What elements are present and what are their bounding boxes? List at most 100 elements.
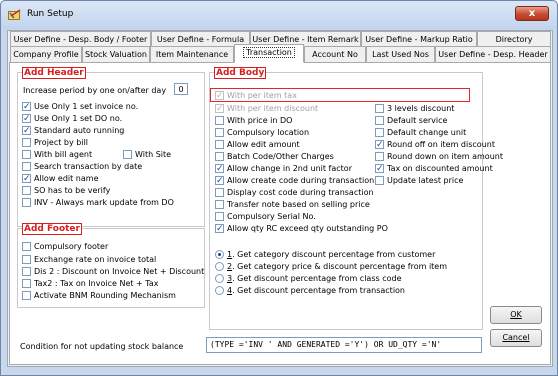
checkbox-search-by-date[interactable]: Search transaction by date xyxy=(22,161,142,172)
checkbox-use-one-set-do[interactable]: ✓ Use Only 1 set DO no. xyxy=(22,113,122,124)
checkbox-box[interactable] xyxy=(375,176,384,185)
checkbox-box[interactable] xyxy=(123,150,132,159)
radio-dot[interactable] xyxy=(215,262,224,271)
checkbox-label: Default change unit xyxy=(387,128,467,137)
tab-desp-header[interactable]: User Define - Desp. Header xyxy=(435,46,551,62)
checkbox-compulsory-footer[interactable]: Compulsory footer xyxy=(22,241,108,252)
condition-input[interactable]: (TYPE ='INV ' AND GENERATED ='Y') OR UD_… xyxy=(206,337,482,353)
checkbox-box[interactable] xyxy=(22,267,31,276)
checkbox-so-verify[interactable]: SO has to be verify xyxy=(22,185,110,196)
checkbox-box[interactable]: ✓ xyxy=(215,224,224,234)
cancel-button[interactable]: Cancel xyxy=(490,329,542,347)
checkbox-label: Search transaction by date xyxy=(34,162,143,171)
checkbox-box[interactable] xyxy=(22,291,31,300)
close-button[interactable]: x xyxy=(515,6,549,21)
checkbox-box[interactable]: ✓ xyxy=(215,104,224,114)
checkbox-box[interactable]: ✓ xyxy=(215,164,224,174)
checkbox-tax-on-discounted[interactable]: ✓ Tax on discounted amount xyxy=(375,163,493,174)
checkbox-label: Use Only 1 set invoice no. xyxy=(34,102,139,111)
window-title: Run Setup xyxy=(27,9,74,19)
tab-account-no[interactable]: Account No xyxy=(304,46,366,62)
checkbox-exchange-rate[interactable]: Exchange rate on invoice total xyxy=(22,254,156,265)
checkbox-standard-auto-running[interactable]: ✓ Standard auto running xyxy=(22,125,124,136)
checkbox-box[interactable] xyxy=(22,150,31,159)
checkbox-default-service[interactable]: Default service xyxy=(375,115,447,126)
checkbox-allow-edit-amount[interactable]: Allow edit amount xyxy=(215,139,300,150)
checkbox-box[interactable] xyxy=(22,279,31,288)
checkbox-batch-code[interactable]: Batch Code/Other Charges xyxy=(215,151,334,162)
checkbox-compulsory-serial[interactable]: Compulsory Serial No. xyxy=(215,211,316,222)
tab-desp-body-footer[interactable]: User Define - Desp. Body / Footer xyxy=(10,31,151,47)
checkbox-box[interactable]: ✓ xyxy=(375,164,384,174)
checkbox-box[interactable] xyxy=(22,186,31,195)
checkbox-3-levels-discount[interactable]: 3 levels discount xyxy=(375,103,454,114)
checkbox-project-by-bill[interactable]: Project by bill xyxy=(22,137,88,148)
checkbox-dis2[interactable]: Dis 2 : Discount on Invoice Net + Discou… xyxy=(22,266,204,277)
checkbox-label: Activate BNM Rounding Mechanism xyxy=(34,291,176,300)
checkbox-inv-mark-update-do[interactable]: INV - Always mark update from DO xyxy=(22,197,174,208)
checkbox-change-2nd-unit[interactable]: ✓ Allow change in 2nd unit factor xyxy=(215,163,352,174)
checkbox-update-latest-price[interactable]: Update latest price xyxy=(375,175,463,186)
checkbox-box[interactable] xyxy=(375,128,384,137)
tab-transaction[interactable]: Transaction xyxy=(234,44,304,63)
checkbox-use-one-set-invoice[interactable]: ✓ Use Only 1 set invoice no. xyxy=(22,101,138,112)
tab-item-maintenance[interactable]: Item Maintenance xyxy=(150,46,234,62)
checkbox-box[interactable] xyxy=(22,242,31,251)
add-body-title: Add Body xyxy=(214,67,267,79)
checkbox-box[interactable]: ✓ xyxy=(22,114,31,124)
radio-discount-from-customer[interactable]: 1. Get category discount percentage from… xyxy=(215,249,435,260)
checkbox-box[interactable]: ✓ xyxy=(22,126,31,136)
cancel-button-label: Cancel xyxy=(502,333,530,342)
radio-discount-from-class-code[interactable]: 3. Get discount percentage from class co… xyxy=(215,273,402,284)
checkbox-allow-qty-rc-exceed[interactable]: ✓ Allow qty RC exceed qty outstanding PO xyxy=(215,223,388,234)
checkbox-box[interactable]: ✓ xyxy=(22,174,31,184)
radio-dot[interactable] xyxy=(215,250,224,259)
checkbox-allow-edit-name[interactable]: ✓ Allow edit name xyxy=(22,173,99,184)
checkbox-default-change-unit[interactable]: Default change unit xyxy=(375,127,466,138)
checkbox-with-site[interactable]: With Site xyxy=(123,149,171,160)
checkbox-box[interactable] xyxy=(215,152,224,161)
checkbox-box[interactable] xyxy=(22,138,31,147)
checkbox-box[interactable] xyxy=(375,104,384,113)
radio-dot[interactable] xyxy=(215,274,224,283)
checkbox-round-off-discount[interactable]: ✓ Round off on item discount xyxy=(375,139,495,150)
checkbox-per-item-tax[interactable]: ✓ With per item tax xyxy=(215,90,297,101)
checkbox-box[interactable]: ✓ xyxy=(215,91,224,101)
checkbox-box[interactable] xyxy=(22,198,31,207)
radio-discount-from-transaction[interactable]: 4. Get discount percentage from transact… xyxy=(215,285,405,296)
radio-dot[interactable] xyxy=(215,286,224,295)
checkbox-per-item-discount[interactable]: ✓ With per item discount xyxy=(215,103,318,114)
checkbox-box[interactable] xyxy=(375,152,384,161)
checkbox-round-down-amount[interactable]: Round down on item amount xyxy=(375,151,503,162)
increase-period-input[interactable]: 0 xyxy=(174,83,188,95)
checkbox-box[interactable]: ✓ xyxy=(215,176,224,186)
condition-label: Condition for not updating stock balance xyxy=(20,342,184,351)
checkbox-box[interactable]: ✓ xyxy=(375,140,384,150)
checkbox-bnm-rounding[interactable]: Activate BNM Rounding Mechanism xyxy=(22,290,176,301)
checkbox-tax2[interactable]: Tax2 : Tax on Invoice Net + Tax xyxy=(22,278,159,289)
tab-stock-valuation[interactable]: Stock Valuation xyxy=(82,46,150,62)
checkbox-box[interactable] xyxy=(215,116,224,125)
checkbox-price-in-do[interactable]: With price in DO xyxy=(215,115,292,126)
radio-price-discount-from-item[interactable]: 2. Get category price & discount percent… xyxy=(215,261,447,272)
checkbox-box[interactable]: ✓ xyxy=(22,102,31,112)
checkbox-allow-create-code[interactable]: ✓ Allow create code during transaction xyxy=(215,175,374,186)
tab-company-profile[interactable]: Company Profile xyxy=(10,46,82,62)
checkbox-box[interactable] xyxy=(375,116,384,125)
tab-directory[interactable]: Directory xyxy=(477,31,551,47)
checkbox-compulsory-location[interactable]: Compulsory location xyxy=(215,127,309,138)
tab-markup-ratio[interactable]: User Define - Markup Ratio xyxy=(361,31,477,47)
checkbox-box[interactable] xyxy=(215,188,224,197)
checkbox-box[interactable] xyxy=(22,162,31,171)
checkbox-box[interactable] xyxy=(215,128,224,137)
checkbox-with-bill-agent[interactable]: With bill agent xyxy=(22,149,92,160)
tab-last-used-nos[interactable]: Last Used Nos xyxy=(366,46,435,62)
checkbox-box[interactable] xyxy=(215,212,224,221)
checkbox-box[interactable] xyxy=(215,200,224,209)
checkbox-box[interactable] xyxy=(215,140,224,149)
checkbox-transfer-note[interactable]: Transfer note based on selling price xyxy=(215,199,370,210)
checkbox-box[interactable] xyxy=(22,255,31,264)
ok-button[interactable]: OK xyxy=(490,306,542,324)
checkbox-display-cost-code[interactable]: Display cost code during transaction xyxy=(215,187,374,198)
checkbox-label: Allow change in 2nd unit factor xyxy=(227,164,352,173)
